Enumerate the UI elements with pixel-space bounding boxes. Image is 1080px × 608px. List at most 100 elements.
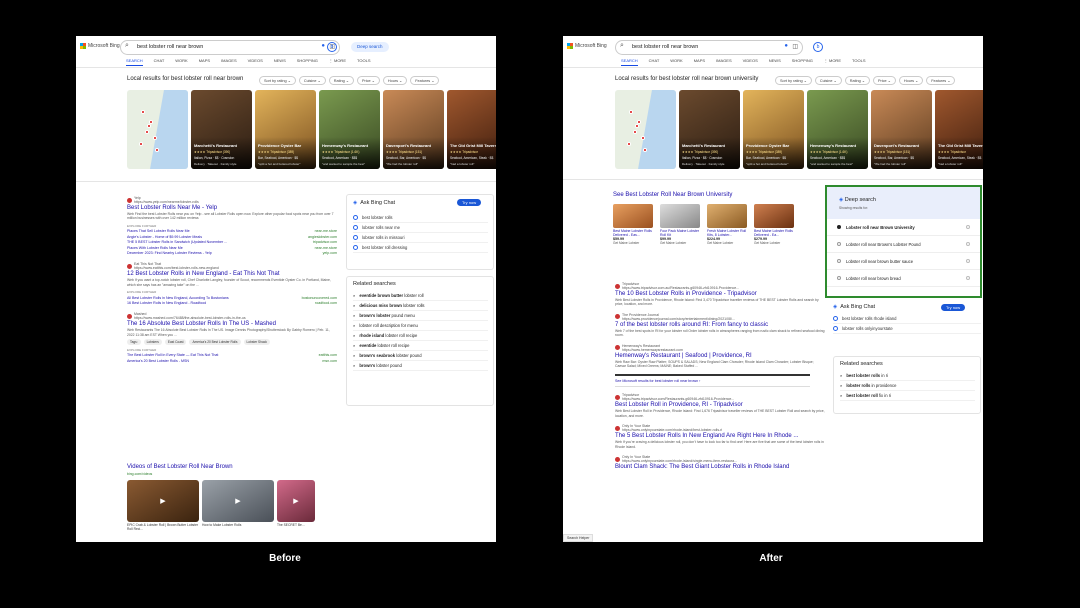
video-caption[interactable]: EPIC Crab & Lobster Roll | Brown Butter … [127, 523, 199, 531]
result-title-link[interactable]: Blount Clam Shack: The Best Giant Lobste… [615, 464, 825, 470]
tab-tools[interactable]: TOOLS [357, 58, 371, 66]
microphone-icon[interactable]: ● [784, 43, 788, 49]
tab-images[interactable]: IMAGES [221, 58, 237, 66]
map-pin[interactable] [141, 110, 145, 114]
tag-chip[interactable]: East Coast [164, 338, 187, 345]
explore-link[interactable]: America's 20 Best Lobster Rolls - MSN msn… [127, 359, 337, 363]
explore-link[interactable]: Angie's Lobster - Home of $9.99 Lobster … [127, 235, 337, 239]
radio-button[interactable] [837, 259, 841, 263]
filter-chip[interactable]: Hours ⌄ [382, 76, 408, 85]
site-url[interactable]: https://www.hemenwaysrestaurant.com [622, 348, 683, 352]
radio-button[interactable] [837, 242, 841, 246]
tab-images[interactable]: IMAGES [716, 58, 732, 66]
site-url[interactable]: https://www.onlyinyourstate.com/rhode-is… [622, 428, 722, 432]
see-microsoft-results-link[interactable]: See Microsoft results for best lobster r… [615, 374, 810, 388]
explore-link[interactable]: The Best Lobster Roll in Every State — E… [127, 353, 337, 357]
deep-search-option[interactable]: Lobster roll near Brown's Lobster Pound [827, 236, 980, 253]
map-pin[interactable] [153, 136, 157, 140]
result-title-link[interactable]: The 10 Best Lobster Rolls in Providence … [615, 291, 825, 297]
map-pin[interactable] [139, 142, 143, 146]
explore-link[interactable]: All Best Lobster Rolls in New England, A… [127, 296, 337, 300]
explore-link-title[interactable]: THE 5 BEST Lobster Rolls in Sandwich (Up… [127, 240, 227, 244]
search-box[interactable]: ⌕ best lobster roll near brown ● ◫ [615, 40, 803, 55]
result-title-link[interactable]: The 16 Absolute Best Lobster Rolls In Th… [127, 321, 337, 327]
video-item[interactable]: ▶ EPIC Crab & Lobster Roll | Brown Butter… [127, 480, 199, 531]
site-url[interactable]: https://www.onlyinyourstate.com/rhode-is… [622, 459, 737, 463]
explore-link-title[interactable]: All Best Lobster Rolls in New England, A… [127, 296, 229, 300]
chat-suggestion[interactable]: lobster rolls near me [353, 223, 488, 233]
deep-search-button[interactable]: Deep search [351, 42, 389, 52]
restaurant-card[interactable]: The Old Grist Mill Tavern ★★★★ Tripadviso… [935, 90, 983, 169]
tab-chat[interactable]: CHAT [649, 58, 660, 66]
explore-link-title[interactable]: December 2023: Find Nearby Lobster Revie… [127, 251, 212, 255]
map-pin[interactable] [633, 130, 637, 134]
product-image[interactable] [754, 204, 794, 228]
tab-search[interactable]: SEARCH [621, 58, 638, 66]
bing-logo[interactable]: Microsoft Bing [80, 43, 120, 49]
info-icon[interactable] [966, 242, 970, 246]
filter-chip[interactable]: Rating ⌄ [328, 76, 354, 85]
related-search-item[interactable]: ⌕ lobster roll description for menu [353, 321, 488, 331]
video-thumbnail[interactable]: ▶ [202, 480, 274, 522]
filter-chip[interactable]: Sort by rating ⌄ [775, 76, 812, 85]
restaurant-card[interactable]: Marchetti's Restaurant ★★★★ Tripadvisor (… [679, 90, 740, 169]
tab-work[interactable]: WORK [670, 58, 682, 66]
restaurant-card[interactable]: The Old Grist Mill Tavern ★★★★ Tripadviso… [447, 90, 496, 169]
tab-work[interactable]: WORK [175, 58, 187, 66]
video-thumbnail[interactable]: ▶ [277, 480, 315, 522]
chat-suggestion[interactable]: best lobster rolls [353, 213, 488, 223]
bing-logo[interactable]: Microsoft Bing [567, 43, 607, 49]
camera-icon[interactable]: ◫ [792, 43, 798, 50]
tab-videos[interactable]: VIDEOS [248, 58, 263, 66]
filter-chip[interactable]: Cuisine ⌄ [814, 76, 842, 85]
filter-chip[interactable]: Price ⌄ [872, 76, 896, 85]
result-title-link[interactable]: 7 of the best lobster rolls around RI: F… [615, 322, 825, 328]
restaurant-card[interactable]: Davenport's Restaurant ★★★★ Tripadvisor (… [871, 90, 932, 169]
video-item[interactable]: ▶ The SECRET Be... [277, 480, 315, 531]
map-thumbnail[interactable] [615, 90, 676, 169]
product-card[interactable]: Fresh Maine Lobster Roll Kits, 8 Lobster… [707, 204, 750, 245]
search-box[interactable]: ⌕ best lobster roll near brown ● ◫ [120, 40, 340, 55]
product-image[interactable] [613, 204, 653, 228]
related-search-item[interactable]: ⌕ brown's lobster pound [353, 361, 488, 371]
product-card[interactable]: Four Pack Maine Lobster Roll Kit $99.99 Ge… [660, 204, 703, 245]
tab-news[interactable]: NEWS [274, 58, 286, 66]
product-image[interactable] [660, 204, 700, 228]
filter-chip[interactable]: Hours ⌄ [898, 76, 924, 85]
filter-chip[interactable]: Features ⌄ [410, 76, 440, 85]
related-search-item[interactable]: ⌕ eventide lobster roll recipe [353, 341, 488, 351]
product-name[interactable]: Fresh Maine Lobster Roll Kits, 8 Lobster… [707, 229, 750, 237]
tab-news[interactable]: NEWS [769, 58, 781, 66]
tag-chip[interactable]: Lobsters [143, 338, 162, 345]
tab-search[interactable]: SEARCH [126, 58, 143, 66]
filter-chip[interactable]: Features ⌄ [926, 76, 956, 85]
related-search-item[interactable]: ⌕ lobster rolls in providence [840, 381, 975, 391]
restaurant-card[interactable]: Hemenway's Restaurant ★★★★ Tripadvisor (1… [807, 90, 868, 169]
filter-chip[interactable]: Cuisine ⌄ [298, 76, 326, 85]
restaurant-card[interactable]: Marchetti's Restaurant ★★★★ Tripadvisor (… [191, 90, 252, 169]
restaurant-card[interactable]: Hemenway's Restaurant ★★★★ Tripadvisor (1… [319, 90, 380, 169]
product-card[interactable]: Best Maine Lobster Rolls Delivered - Ea.… [754, 204, 797, 245]
product-name[interactable]: Four Pack Maine Lobster Roll Kit [660, 229, 703, 237]
product-card[interactable]: Best Maine Lobster Rolls Delivered - Eas… [613, 204, 656, 245]
tab-videos[interactable]: VIDEOS [743, 58, 758, 66]
tag-chip[interactable]: Tags: [127, 338, 141, 345]
explore-link-title[interactable]: 16 Best Lobster Rolls in New England - R… [127, 301, 206, 305]
explore-link[interactable]: 16 Best Lobster Rolls in New England - R… [127, 301, 337, 305]
result-title-link[interactable]: Best Lobster Rolls Near Me - Yelp [127, 205, 337, 211]
try-now-button[interactable]: Try now [457, 199, 482, 206]
restaurant-card[interactable]: Davenport's Restaurant ★★★★ Tripadvisor (… [383, 90, 444, 169]
explore-link-title[interactable]: Places With Lobster Rolls Near Me [127, 246, 183, 250]
filter-chip[interactable]: Sort by rating ⌄ [259, 76, 296, 85]
map-pin[interactable] [145, 130, 149, 134]
copilot-icon[interactable]: b [327, 42, 337, 52]
explore-link[interactable]: December 2023: Find Nearby Lobster Revie… [127, 251, 337, 255]
explore-link-title[interactable]: America's 20 Best Lobster Rolls - MSN [127, 359, 189, 363]
tab-tools[interactable]: TOOLS [852, 58, 866, 66]
related-search-item[interactable]: ⌕ rhode island lobster roll recipe [353, 331, 488, 341]
microphone-icon[interactable]: ● [321, 43, 325, 49]
related-search-item[interactable]: ⌕ brown's seabrook lobster pound [353, 351, 488, 361]
deep-search-option[interactable]: Lobster roll near brown bread [827, 270, 980, 287]
tab-shopping[interactable]: SHOPPING [792, 58, 813, 66]
radio-button[interactable] [837, 225, 841, 229]
